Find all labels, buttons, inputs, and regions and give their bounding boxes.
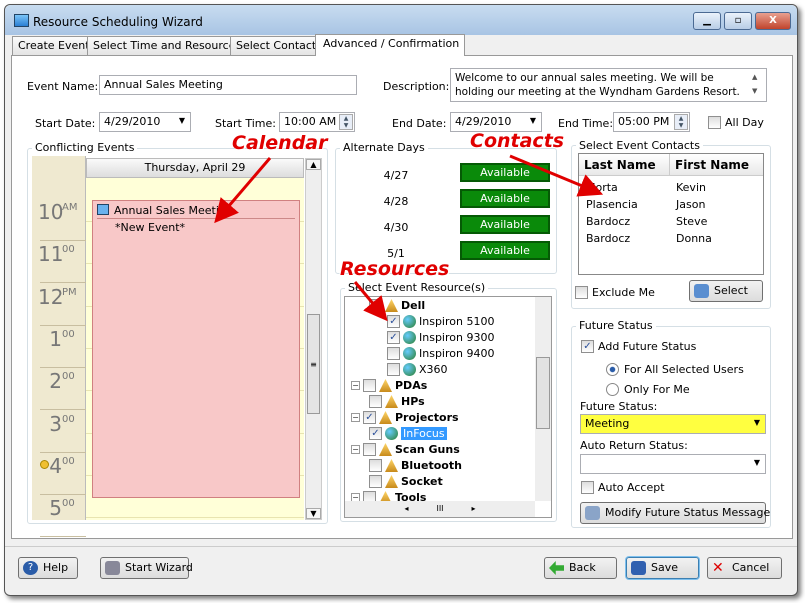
arrow-resources xyxy=(353,281,388,322)
arrow-calendar xyxy=(214,157,272,224)
annotation-arrows xyxy=(214,154,604,322)
arrow-contacts xyxy=(509,154,604,197)
